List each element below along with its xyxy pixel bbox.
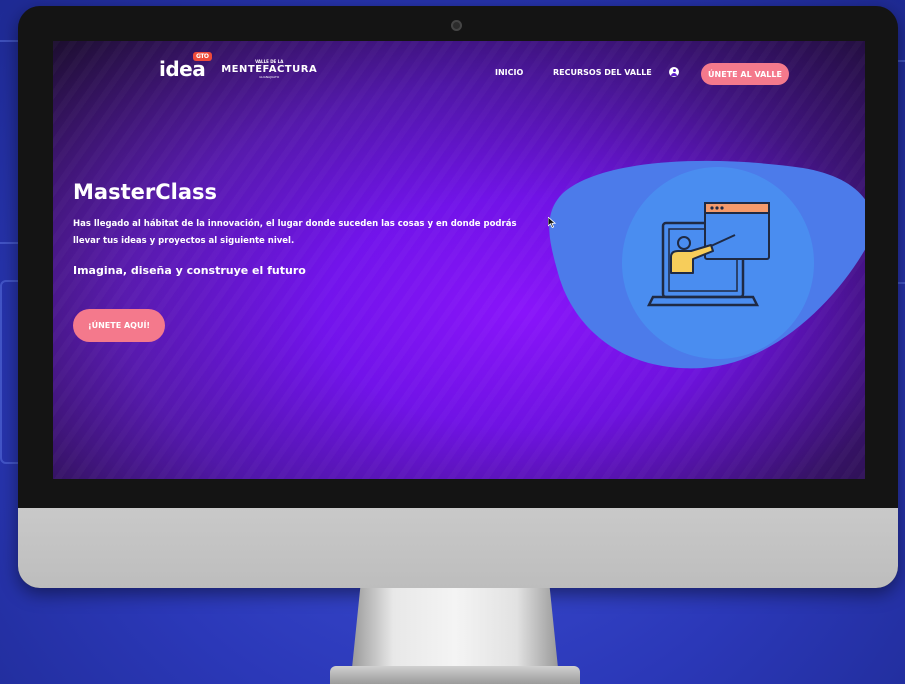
hero-description: Has llegado al hábitat de la innovación,…	[73, 219, 517, 246]
hero-title: MasterClass	[73, 180, 217, 204]
nav-link-recursos[interactable]: RECURSOS DEL VALLE	[553, 68, 652, 77]
join-here-button[interactable]: ¡ÚNETE AQUÍ!	[73, 309, 165, 342]
logo-valle: VALLE DE LA MENTEFACTURA GUANAJUATO	[221, 59, 318, 79]
nav-link-inicio[interactable]: INICIO	[495, 68, 523, 77]
website-screen: idea GTO VALLE DE LA MENTEFACTURA GUANAJ…	[53, 41, 865, 479]
hero-subtitle: Imagina, diseña y construye el futuro	[73, 264, 306, 277]
site-logo[interactable]: idea GTO VALLE DE LA MENTEFACTURA GUANAJ…	[159, 52, 318, 81]
join-valle-button[interactable]: ÚNETE AL VALLE	[701, 63, 789, 85]
logo-idea: idea GTO	[159, 52, 212, 81]
user-circle-icon[interactable]	[669, 67, 679, 77]
monitor-chin	[18, 508, 898, 588]
monitor-stand-base	[330, 666, 580, 684]
monitor-stand	[352, 588, 558, 668]
online-teacher-icon	[549, 160, 865, 369]
webcam	[451, 20, 462, 31]
monitor-frame: idea GTO VALLE DE LA MENTEFACTURA GUANAJ…	[18, 6, 898, 588]
mouse-cursor-icon	[548, 217, 556, 228]
logo-gto-badge: GTO	[193, 52, 212, 61]
